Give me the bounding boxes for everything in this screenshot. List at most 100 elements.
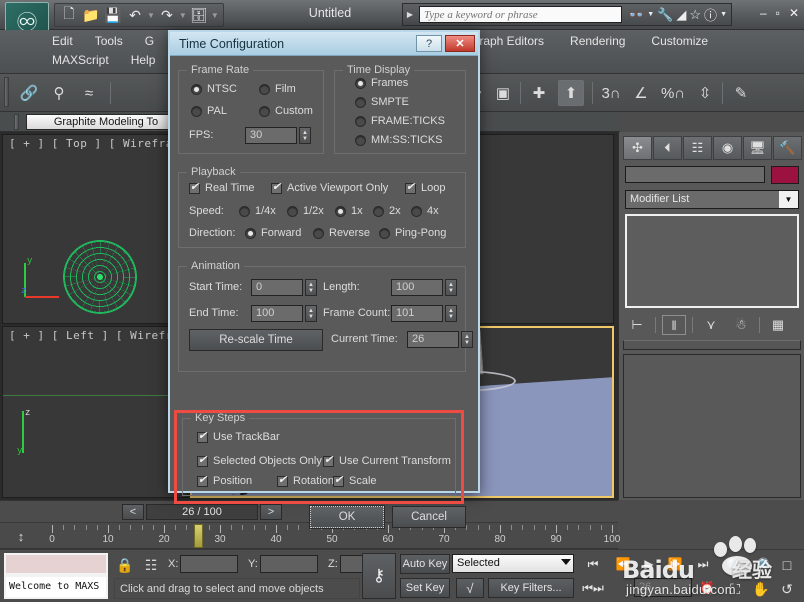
next-frame-button-playback[interactable]: ⏩ [662, 554, 688, 574]
track-bar[interactable]: ↕ 0 10 20 30 40 50 60 70 80 90 100 [0, 522, 620, 549]
current-time-spinner[interactable]: ▲ ▼ [461, 331, 473, 348]
lock-selection-icon[interactable]: 🔒 [114, 555, 136, 575]
end-time-spinner[interactable]: ▲ ▼ [305, 305, 317, 322]
radio-custom[interactable]: Custom [259, 105, 313, 117]
frame-count-field[interactable]: 101 [391, 305, 443, 322]
checkbox-use-current-transform[interactable]: Use Current Transform [323, 454, 451, 467]
radio-direction-ping-pong[interactable]: Ping-Pong [379, 227, 446, 239]
hierarchy-tab[interactable]: ☷ [683, 136, 712, 160]
project-folder-icon[interactable]: 🗄 [189, 5, 209, 25]
fps-field[interactable]: 30 [245, 127, 297, 144]
radio-ntsc[interactable]: NTSC [191, 83, 237, 95]
maximize-button[interactable]: ▫ [776, 6, 780, 20]
modify-tab[interactable]: ⏴ [653, 136, 682, 160]
dialog-help-button[interactable]: ? [416, 35, 442, 52]
mirror-icon[interactable]: ▣ [490, 80, 516, 106]
orbit-icon[interactable]: ↺ [774, 578, 800, 600]
dialog-title-bar[interactable]: Time Configuration ? ✕ [170, 32, 478, 56]
start-time-spinner[interactable]: ▲ ▼ [305, 279, 317, 296]
close-button[interactable]: ✕ [789, 6, 799, 20]
current-frame-field[interactable]: 26 [634, 578, 692, 597]
auto-key-button[interactable]: Auto Key [400, 554, 450, 574]
utilities-tab[interactable]: 🔨 [773, 136, 802, 160]
viewport-left[interactable]: [ + ] [ Left ] [ Wireframe ] z y [2, 326, 188, 498]
link-icon[interactable]: 🔗 [16, 80, 42, 106]
sphere-object[interactable] [63, 240, 137, 314]
rescale-time-button[interactable]: Re-scale Time [189, 329, 323, 351]
viewport-top[interactable]: [ + ] [ Top ] [ Wireframe ] y z [2, 134, 188, 324]
maxscript-entry-field[interactable]: Welcome to MAXS [4, 575, 108, 599]
open-file-icon[interactable]: 📁 [81, 5, 101, 25]
end-time-field[interactable]: 100 [251, 305, 303, 322]
length-field[interactable]: 100 [391, 279, 443, 296]
key-mode-toggle-icon[interactable]: ⚷ [362, 553, 396, 599]
binoculars-dropdown-icon[interactable]: ▼ [647, 11, 654, 18]
key-mode-toggle-button[interactable]: ⏮⏭ [580, 578, 606, 598]
cancel-button[interactable]: Cancel [392, 506, 466, 528]
open-mini-curve-editor-icon[interactable]: ↕ [8, 526, 34, 546]
render-setup-icon[interactable]: ✎ [728, 80, 754, 106]
zoom-region-icon[interactable]: ⛶ [722, 578, 748, 600]
manage-layers-icon[interactable]: ⬆ [558, 80, 584, 106]
radio-direction-forward[interactable]: Forward [245, 227, 301, 239]
set-key-filters-icon[interactable]: √ [456, 578, 484, 598]
object-color-swatch[interactable] [771, 166, 799, 184]
radio-speed-4x[interactable]: 4x [411, 205, 439, 217]
time-configuration-button[interactable]: ⏰ [694, 578, 720, 598]
binoculars-icon[interactable]: 👓 [628, 7, 644, 23]
wrench-icon[interactable]: 🔧 [657, 7, 673, 23]
remove-modifier-icon[interactable]: ☃ [729, 315, 753, 335]
radio-speed-quarter[interactable]: 1/4x [239, 205, 276, 217]
display-tab[interactable]: 🖥 [743, 136, 772, 160]
menu-item-tools[interactable]: Tools [95, 34, 123, 48]
pin-stack-icon[interactable]: ⊢ [625, 315, 649, 335]
graphite-toggle-icon[interactable]: 3∩ [598, 80, 624, 106]
checkbox-position[interactable]: Position [197, 474, 252, 487]
selection-lock-icon[interactable]: ☷ [140, 555, 162, 575]
undo-icon[interactable]: ↶ [125, 5, 145, 25]
length-spinner[interactable]: ▲ ▼ [445, 279, 457, 296]
menu-item-customize[interactable]: Customize [651, 34, 708, 48]
maxscript-mini-listener[interactable] [4, 553, 108, 575]
previous-frame-button[interactable]: < [122, 504, 144, 520]
previous-frame-button-playback[interactable]: ⏪ [610, 554, 636, 574]
align-icon[interactable]: ✚ [526, 80, 552, 106]
coord-x-field[interactable] [180, 555, 238, 573]
save-icon[interactable]: 💾 [103, 5, 123, 25]
radio-speed-1x[interactable]: 1x [335, 205, 363, 217]
zoom-all-icon[interactable]: 🔎 [748, 554, 774, 576]
fps-spinner[interactable]: ▲ ▼ [299, 127, 311, 144]
schematic-view-icon[interactable]: %∩ [660, 80, 686, 106]
go-to-end-button[interactable]: ⏭ [690, 554, 716, 574]
play-animation-button[interactable]: ▶ [636, 554, 662, 574]
radio-pal[interactable]: PAL [191, 105, 227, 117]
chevron-down-icon[interactable]: ▼ [779, 191, 798, 208]
create-tab[interactable]: ✣ [623, 136, 652, 160]
coord-y-field[interactable] [260, 555, 318, 573]
frame-count-spinner[interactable]: ▲ ▼ [445, 305, 457, 322]
zoom-icon[interactable]: 🔍 [722, 554, 748, 576]
minimize-button[interactable]: – [760, 6, 767, 20]
current-time-field[interactable]: 26 [407, 331, 459, 348]
graphite-modeling-tools-button[interactable]: Graphite Modeling To [26, 114, 186, 130]
coord-z-field[interactable] [340, 555, 364, 573]
pan-hand-icon[interactable]: ✋ [748, 578, 774, 600]
checkbox-real-time[interactable]: Real Time [189, 181, 255, 194]
star-icon[interactable]: ☆ [689, 7, 701, 23]
radio-speed-half[interactable]: 1/2x [287, 205, 324, 217]
menu-item-group[interactable]: G [145, 34, 154, 48]
next-frame-button[interactable]: > [260, 504, 282, 520]
named-selection-set-dropdown[interactable]: Selected [452, 554, 574, 573]
rollout-header[interactable] [623, 340, 801, 350]
radio-direction-reverse[interactable]: Reverse [313, 227, 370, 239]
curve-editor-icon[interactable]: ∠ [628, 80, 654, 106]
unlink-icon[interactable]: ⚲ [46, 80, 72, 106]
maximize-viewport-icon[interactable] [796, 554, 804, 576]
curve-editor-icon[interactable]: ◢ [676, 7, 686, 23]
configure-sets-icon[interactable]: ▦ [766, 315, 790, 335]
checkbox-loop[interactable]: Loop [405, 181, 445, 194]
new-file-icon[interactable]: 🗋 [59, 5, 79, 25]
menu-item-rendering[interactable]: Rendering [570, 34, 625, 48]
material-editor-icon[interactable]: ⇳ [692, 80, 718, 106]
chevron-right-icon[interactable]: ▶ [403, 10, 417, 19]
